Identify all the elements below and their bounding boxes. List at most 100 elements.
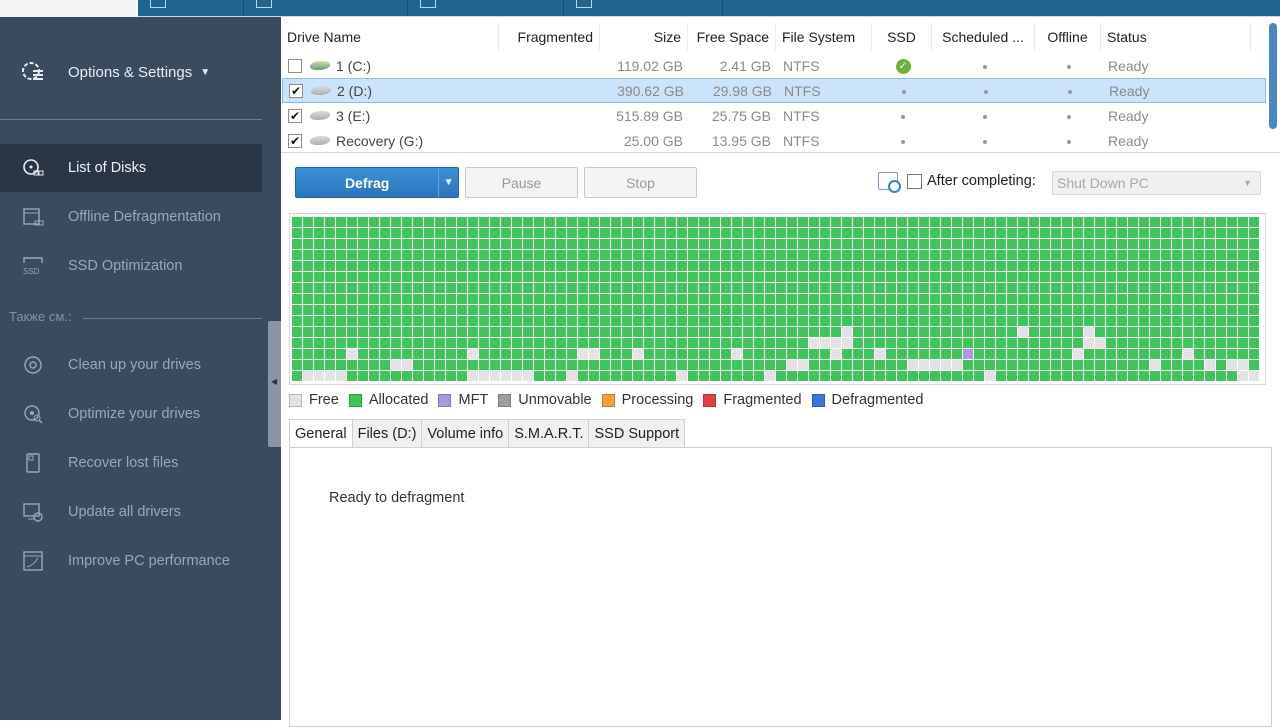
cluster-block-allocated[interactable] [479,316,489,326]
cluster-block-allocated[interactable] [655,239,665,249]
cluster-block-allocated[interactable] [710,327,720,337]
cluster-block-allocated[interactable] [798,217,808,227]
cluster-block-allocated[interactable] [413,327,423,337]
cluster-block-allocated[interactable] [556,294,566,304]
cluster-block-allocated[interactable] [622,261,632,271]
cluster-block-allocated[interactable] [1106,261,1116,271]
cluster-block-allocated[interactable] [688,338,698,348]
cluster-block-allocated[interactable] [402,228,412,238]
cluster-block-allocated[interactable] [677,228,687,238]
cluster-block-allocated[interactable] [578,371,588,381]
cluster-block-allocated[interactable] [424,360,434,370]
cluster-block-allocated[interactable] [798,371,808,381]
cluster-block-allocated[interactable] [457,360,467,370]
cluster-block-allocated[interactable] [303,294,313,304]
cluster-block-allocated[interactable] [996,305,1006,315]
cluster-block-allocated[interactable] [1249,261,1259,271]
top-tab-3[interactable] [408,0,564,16]
cluster-block-allocated[interactable] [435,239,445,249]
cluster-block-allocated[interactable] [1051,239,1061,249]
cluster-block-allocated[interactable] [798,239,808,249]
cluster-block-allocated[interactable] [765,228,775,238]
cluster-block-allocated[interactable] [776,371,786,381]
cluster-block-allocated[interactable] [1062,294,1072,304]
cluster-block-allocated[interactable] [1139,261,1149,271]
cluster-block-allocated[interactable] [457,294,467,304]
cluster-block-allocated[interactable] [1172,217,1182,227]
cluster-block-allocated[interactable] [490,261,500,271]
cluster-block-allocated[interactable] [1161,294,1171,304]
cluster-block-allocated[interactable] [314,217,324,227]
cluster-block-allocated[interactable] [556,360,566,370]
cluster-block-allocated[interactable] [501,316,511,326]
cluster-block-allocated[interactable] [710,261,720,271]
cluster-block-allocated[interactable] [853,283,863,293]
cluster-block-allocated[interactable] [567,360,577,370]
cluster-block-allocated[interactable] [809,305,819,315]
cluster-block-free[interactable] [468,349,478,359]
cluster-block-allocated[interactable] [864,228,874,238]
tab-ssd-support[interactable]: SSD Support [589,419,686,448]
cluster-block-allocated[interactable] [1106,239,1116,249]
cluster-block-allocated[interactable] [798,305,808,315]
cluster-block-allocated[interactable] [534,239,544,249]
cluster-block-allocated[interactable] [666,349,676,359]
cluster-block-allocated[interactable] [908,283,918,293]
cluster-block-allocated[interactable] [1073,250,1083,260]
cluster-block-allocated[interactable] [391,228,401,238]
cluster-block-allocated[interactable] [490,283,500,293]
cluster-block-allocated[interactable] [1051,327,1061,337]
cluster-block-allocated[interactable] [952,283,962,293]
cluster-block-allocated[interactable] [721,305,731,315]
cluster-block-allocated[interactable] [336,250,346,260]
cluster-block-allocated[interactable] [743,283,753,293]
cluster-block-allocated[interactable] [1205,283,1215,293]
cluster-block-allocated[interactable] [1084,305,1094,315]
cluster-block-allocated[interactable] [721,250,731,260]
cluster-block-allocated[interactable] [1084,239,1094,249]
cluster-block-free[interactable] [479,371,489,381]
cluster-block-allocated[interactable] [501,250,511,260]
cluster-block-allocated[interactable] [886,316,896,326]
cluster-block-allocated[interactable] [919,239,929,249]
cluster-block-allocated[interactable] [1172,283,1182,293]
cluster-block-allocated[interactable] [1150,239,1160,249]
cluster-block-allocated[interactable] [908,272,918,282]
cluster-block-allocated[interactable] [1194,371,1204,381]
cluster-block-allocated[interactable] [1095,316,1105,326]
cluster-block-allocated[interactable] [743,360,753,370]
cluster-block-allocated[interactable] [369,316,379,326]
cluster-block-allocated[interactable] [292,217,302,227]
cluster-block-allocated[interactable] [490,360,500,370]
cluster-block-allocated[interactable] [424,305,434,315]
cluster-block-allocated[interactable] [369,283,379,293]
cluster-block-allocated[interactable] [578,261,588,271]
cluster-block-allocated[interactable] [1029,250,1039,260]
cluster-block-allocated[interactable] [853,272,863,282]
cluster-block-allocated[interactable] [545,371,555,381]
cluster-block-allocated[interactable] [468,305,478,315]
cluster-block-allocated[interactable] [611,316,621,326]
cluster-block-allocated[interactable] [864,283,874,293]
cluster-block-allocated[interactable] [1029,228,1039,238]
cluster-block-allocated[interactable] [457,283,467,293]
cluster-block-allocated[interactable] [501,217,511,227]
cluster-block-allocated[interactable] [567,349,577,359]
cluster-block-allocated[interactable] [732,338,742,348]
cluster-block-allocated[interactable] [556,327,566,337]
cluster-block-allocated[interactable] [963,327,973,337]
cluster-block-allocated[interactable] [435,316,445,326]
cluster-block-allocated[interactable] [644,371,654,381]
cluster-block-allocated[interactable] [831,239,841,249]
cluster-block-allocated[interactable] [1205,316,1215,326]
cluster-block-free[interactable] [941,360,951,370]
cluster-block-allocated[interactable] [314,250,324,260]
cluster-block-allocated[interactable] [589,261,599,271]
cluster-block-allocated[interactable] [479,305,489,315]
cluster-block-allocated[interactable] [589,327,599,337]
cluster-block-allocated[interactable] [545,338,555,348]
cluster-block-allocated[interactable] [314,261,324,271]
cluster-block-allocated[interactable] [1139,371,1149,381]
cluster-block-allocated[interactable] [897,316,907,326]
cluster-block-allocated[interactable] [622,250,632,260]
